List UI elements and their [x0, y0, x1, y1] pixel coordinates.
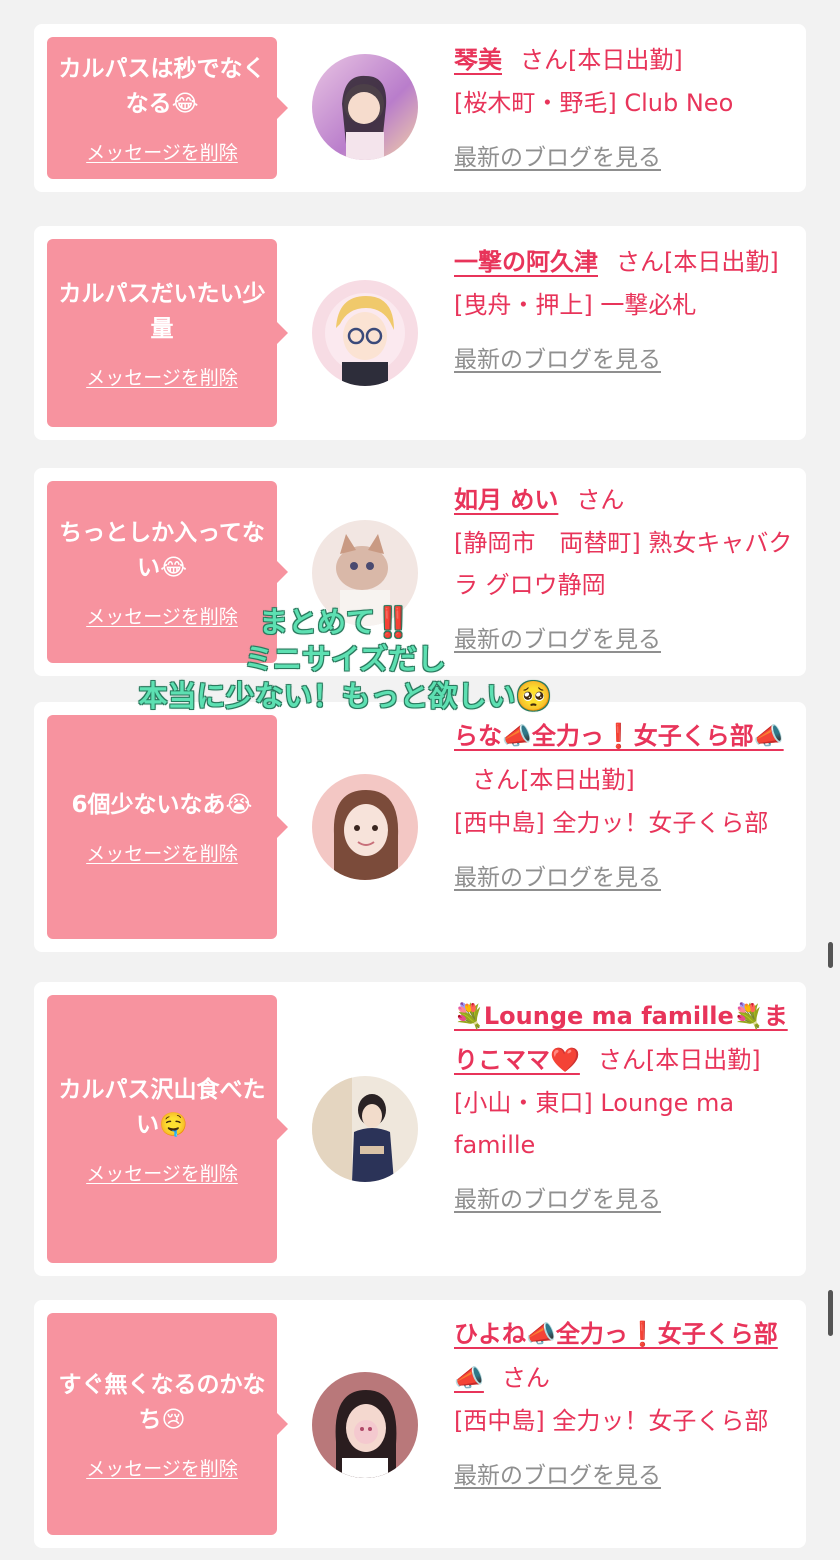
name-suffix: さん[本日出勤] [472, 766, 635, 794]
message-bubble: 6個少ないなあ😭 メッセージを削除 [47, 715, 288, 939]
delete-message-link[interactable]: メッセージを削除 [86, 839, 238, 866]
scrollbar-thumb[interactable] [828, 942, 833, 968]
scrollbar-thumb[interactable] [828, 1290, 833, 1336]
info-block: 一撃の阿久津 さん[本日出勤] [曳舟・押上] 一撃必札 最新のブログを見る [454, 240, 794, 382]
message-card: カルパス沢山食べたい🤤 メッセージを削除 💐Lounge ma famille💐… [34, 982, 806, 1276]
latest-blog-link[interactable]: 最新のブログを見る [454, 1454, 794, 1498]
info-block: 💐Lounge ma famille💐まりこママ❤️ さん[本日出勤] [小山・東… [454, 994, 794, 1222]
profile-name-link[interactable]: 一撃の阿久津 [454, 248, 598, 276]
name-suffix: さん[本日出勤] [597, 1046, 761, 1074]
overlay-line: ミニサイズだし [243, 642, 447, 676]
overlay-caption: まとめて‼️ ミニサイズだし 本当に少ない！もっと欲しい🥺 [110, 604, 580, 715]
delete-message-link[interactable]: メッセージを削除 [86, 138, 238, 165]
profile-name-link[interactable]: らな📣全力っ❗️女子くら部📣 [454, 722, 784, 750]
overlay-line: 本当に少ない！もっと欲しい🥺 [138, 679, 552, 713]
delete-message-link[interactable]: メッセージを削除 [86, 1159, 238, 1186]
delete-message-link[interactable]: メッセージを削除 [86, 1454, 238, 1481]
avatar[interactable] [312, 280, 418, 386]
profile-name-link[interactable]: 琴美 [454, 46, 502, 74]
avatar[interactable] [312, 54, 418, 160]
message-text: カルパス沢山食べたい🤤 [58, 1076, 266, 1138]
message-bubble: カルパスだいたい少量 メッセージを削除 [47, 239, 288, 427]
avatar[interactable] [312, 1372, 418, 1478]
name-suffix: さん[本日出勤] [520, 46, 683, 74]
message-card: 6個少ないなあ😭 メッセージを削除 らな📣全力っ❗️女子くら部📣 さん[本日出勤]… [34, 702, 806, 952]
message-bubble: すぐ無くなるのかなち😢 メッセージを削除 [47, 1313, 288, 1535]
avatar[interactable] [312, 1076, 418, 1182]
message-text: ちっとしか入ってない😂 [59, 519, 265, 581]
delete-message-link[interactable]: メッセージを削除 [86, 363, 238, 390]
overlay-line: まとめて‼️ [258, 605, 412, 639]
shop-info: [静岡市 両替町] 熟女キャバクラ グロウ静岡 [454, 529, 793, 599]
latest-blog-link[interactable]: 最新のブログを見る [454, 338, 794, 382]
latest-blog-link[interactable]: 最新のブログを見る [454, 136, 794, 180]
message-text: すぐ無くなるのかなち😢 [58, 1371, 266, 1433]
name-suffix: さん [501, 1364, 550, 1392]
message-bubble: カルパスは秒でなくなる😂 メッセージを削除 [47, 37, 288, 179]
message-card: カルパスは秒でなくなる😂 メッセージを削除 琴美 さん[本日出勤] [桜木町・野毛… [34, 24, 806, 192]
message-text: カルパスは秒でなくなる😂 [58, 55, 266, 117]
shop-info: [小山・東口] Lounge ma famille [454, 1089, 735, 1159]
info-block: ひよね📣全力っ❗️女子くら部📣 さん [西中島] 全力ッ！女子くら部 最新のブログ… [454, 1312, 794, 1498]
shop-info: [西中島] 全力ッ！女子くら部 [454, 809, 769, 837]
message-card: すぐ無くなるのかなち😢 メッセージを削除 ひよね📣全力っ❗️女子くら部📣 さん [… [34, 1300, 806, 1548]
shop-info: [桜木町・野毛] Club Neo [454, 89, 734, 117]
shop-info: [西中島] 全力ッ！女子くら部 [454, 1407, 769, 1435]
info-block: 琴美 さん[本日出勤] [桜木町・野毛] Club Neo 最新のブログを見る [454, 38, 794, 180]
name-suffix: さん[本日出勤] [616, 248, 779, 276]
message-bubble: カルパス沢山食べたい🤤 メッセージを削除 [47, 995, 288, 1263]
message-card: カルパスだいたい少量 メッセージを削除 一撃の阿久津 さん[本日出勤] [曳舟・押… [34, 226, 806, 440]
profile-name-link[interactable]: 如月 めい [454, 486, 558, 514]
message-text: カルパスだいたい少量 [58, 280, 266, 342]
latest-blog-link[interactable]: 最新のブログを見る [454, 856, 794, 900]
shop-info: [曳舟・押上] 一撃必札 [454, 291, 697, 319]
message-text: 6個少ないなあ😭 [71, 792, 253, 818]
name-suffix: さん [576, 486, 625, 514]
latest-blog-link[interactable]: 最新のブログを見る [454, 1178, 794, 1222]
avatar[interactable] [312, 774, 418, 880]
info-block: らな📣全力っ❗️女子くら部📣 さん[本日出勤] [西中島] 全力ッ！女子くら部 最… [454, 714, 794, 900]
